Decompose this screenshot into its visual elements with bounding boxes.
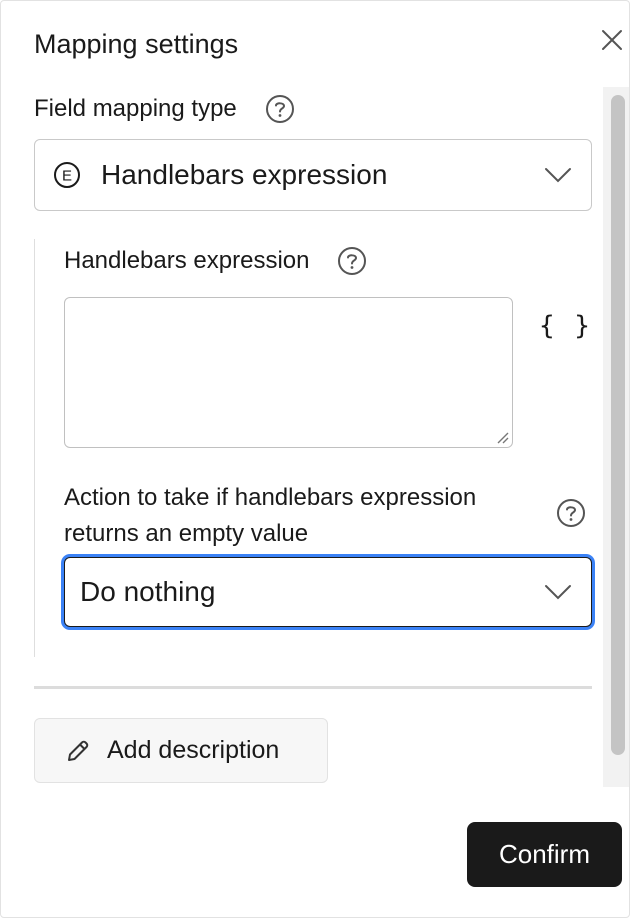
empty-value-action-label: Action to take if handlebars expression …: [64, 484, 477, 547]
dialog-title: Mapping settings: [34, 29, 239, 59]
resize-grip-icon[interactable]: [495, 430, 509, 444]
section-divider: [34, 686, 592, 689]
add-description-button[interactable]: Add description: [34, 718, 328, 783]
scrollbar-thumb[interactable]: [611, 95, 625, 755]
close-icon: [600, 28, 624, 57]
empty-value-action-select[interactable]: Do nothing: [64, 557, 592, 627]
field-mapping-type-row: Field mapping type: [34, 94, 295, 124]
help-icon[interactable]: [556, 498, 586, 528]
nested-section-border: [34, 239, 37, 657]
chevron-down-icon: [543, 582, 573, 602]
handlebars-expression-label: Handlebars expression: [64, 247, 310, 274]
field-mapping-type-value: Handlebars expression: [101, 159, 388, 190]
help-icon[interactable]: [265, 94, 295, 124]
field-mapping-type-select[interactable]: E Handlebars expression: [34, 139, 592, 211]
chevron-down-icon: [543, 165, 573, 185]
help-icon[interactable]: [337, 246, 367, 276]
mapping-settings-dialog: Mapping settings Field mapping type E Ha…: [0, 0, 630, 918]
pencil-icon: [65, 738, 91, 764]
close-button[interactable]: [597, 27, 627, 57]
insert-variable-braces-button[interactable]: { }: [539, 311, 592, 341]
add-description-label: Add description: [107, 736, 280, 764]
badge-letter: E: [62, 168, 72, 185]
field-mapping-type-label: Field mapping type: [34, 95, 237, 122]
handlebars-expression-row: Handlebars expression: [64, 246, 367, 276]
confirm-button[interactable]: Confirm: [467, 822, 622, 887]
empty-value-action-value: Do nothing: [80, 576, 216, 607]
expression-type-badge-icon: E: [53, 161, 81, 189]
handlebars-expression-input[interactable]: [64, 297, 513, 448]
